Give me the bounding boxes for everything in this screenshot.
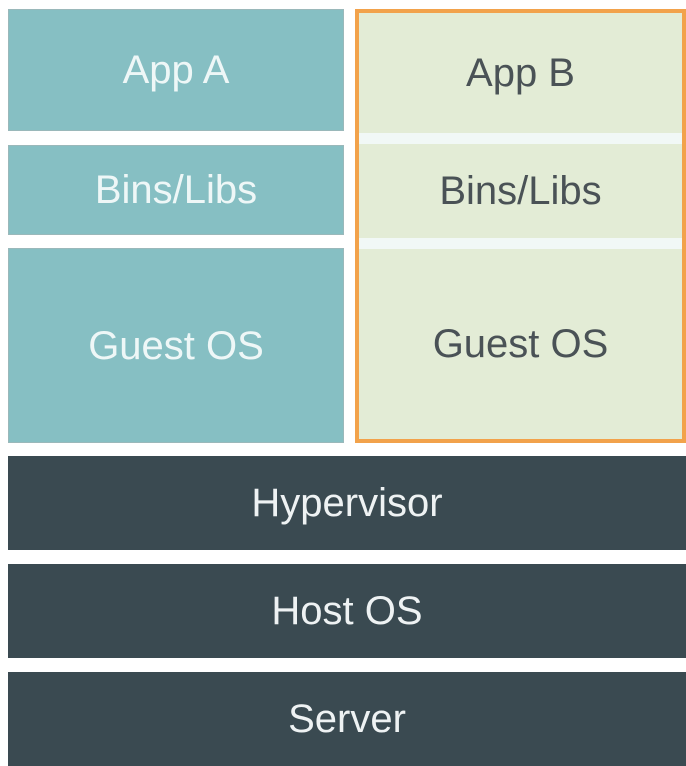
vm-b-bins-libs-layer: Bins/Libs	[359, 144, 682, 238]
hypervisor-label: Hypervisor	[251, 481, 443, 525]
server-label: Server	[288, 697, 406, 741]
vm-b-bins-libs-label: Bins/Libs	[439, 169, 602, 213]
host-os-label: Host OS	[271, 589, 423, 633]
hypervisor-layer: Hypervisor	[8, 456, 686, 550]
vm-b-highlight-frame: App B Bins/Libs Guest OS	[355, 9, 686, 443]
vm-a-bins-libs-label: Bins/Libs	[94, 168, 258, 212]
vm-b-separator	[359, 133, 682, 144]
vm-a-app-label: App A	[122, 48, 230, 92]
host-os-layer: Host OS	[8, 564, 686, 658]
vm-a-bins-libs-layer: Bins/Libs	[8, 145, 344, 235]
server-layer: Server	[8, 672, 686, 766]
vm-a-app-layer: App A	[8, 9, 344, 131]
vm-b-guest-os-label: Guest OS	[432, 322, 609, 366]
vm-a-guest-os-layer: Guest OS	[8, 248, 344, 443]
vm-b-app-layer: App B	[359, 13, 682, 133]
vm-b-app-label: App B	[466, 51, 575, 95]
vm-b-separator	[359, 238, 682, 249]
vm-a-guest-os-label: Guest OS	[88, 323, 264, 368]
vm-b-guest-os-layer: Guest OS	[359, 249, 682, 439]
